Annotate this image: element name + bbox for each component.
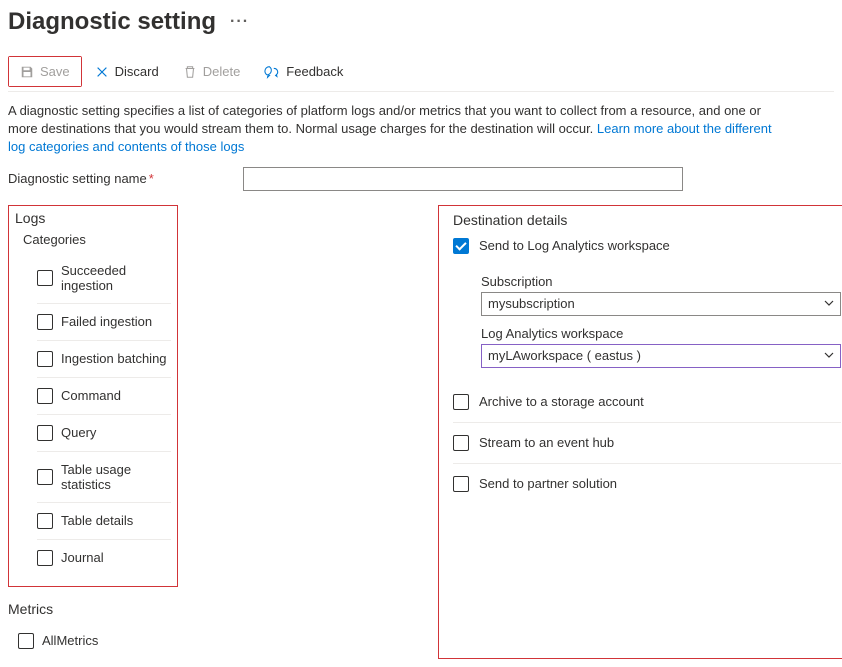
log-category-row[interactable]: Query [37,415,171,452]
log-category-label: Table details [61,513,133,528]
discard-label: Discard [115,64,159,79]
log-category-label: Succeeded ingestion [61,263,171,293]
chevron-down-icon [824,348,834,363]
destination-heading: Destination details [453,212,841,228]
log-category-row[interactable]: Succeeded ingestion [37,253,171,304]
metric-row[interactable]: AllMetrics [18,623,178,659]
log-category-row[interactable]: Journal [37,540,171,576]
dest-eventhub[interactable]: Stream to an event hub [453,423,841,464]
log-category-row[interactable]: Command [37,378,171,415]
toolbar: Save Discard Delete Feedback [8,52,834,92]
log-category-label: Ingestion batching [61,351,167,366]
workspace-value: myLAworkspace ( eastus ) [488,348,641,363]
log-category-label: Query [61,425,96,440]
categories-label: Categories [23,232,171,247]
checkbox[interactable] [37,270,53,286]
diagnostic-setting-name-input[interactable] [243,167,683,191]
dest-partner[interactable]: Send to partner solution [453,464,841,504]
log-analytics-config: Subscription mysubscription Log Analytic… [481,274,841,368]
name-field-row: Diagnostic setting name* [8,167,834,191]
delete-button[interactable]: Delete [172,57,252,86]
checkbox[interactable] [37,513,53,529]
dest-log-analytics[interactable]: Send to Log Analytics workspace [453,234,841,266]
checkbox-partner[interactable] [453,476,469,492]
checkbox[interactable] [37,388,53,404]
checkbox[interactable] [37,550,53,566]
metric-label: AllMetrics [42,633,98,648]
page-title: Diagnostic setting ··· [8,8,834,36]
dest-storage-label: Archive to a storage account [479,394,644,409]
log-category-label: Command [61,388,121,403]
checkbox[interactable] [37,351,53,367]
metrics-section: Metrics AllMetrics [8,601,178,659]
save-button[interactable]: Save [9,57,81,86]
logs-heading: Logs [15,210,171,226]
delete-label: Delete [203,64,241,79]
checkbox-storage[interactable] [453,394,469,410]
metrics-heading: Metrics [8,601,178,617]
delete-icon [183,65,197,79]
checkbox[interactable] [18,633,34,649]
dest-storage[interactable]: Archive to a storage account [453,382,841,423]
save-label: Save [40,64,70,79]
checkbox[interactable] [37,314,53,330]
log-category-label: Failed ingestion [61,314,152,329]
log-category-row[interactable]: Failed ingestion [37,304,171,341]
logs-panel: Logs Categories Succeeded ingestion Faile… [8,205,178,587]
checkbox-eventhub[interactable] [453,435,469,451]
description: A diagnostic setting specifies a list of… [8,102,788,157]
workspace-select[interactable]: myLAworkspace ( eastus ) [481,344,841,368]
dest-partner-label: Send to partner solution [479,476,617,491]
log-category-label: Table usage statistics [61,462,171,492]
close-icon [95,65,109,79]
feedback-label: Feedback [286,64,343,79]
log-category-row[interactable]: Ingestion batching [37,341,171,378]
destination-panel: Destination details Send to Log Analytic… [438,205,842,659]
discard-button[interactable]: Discard [84,57,170,86]
subscription-label: Subscription [481,274,841,289]
required-asterisk: * [149,171,154,186]
more-icon[interactable]: ··· [230,13,249,31]
subscription-value: mysubscription [488,296,575,311]
checkbox[interactable] [37,469,53,485]
log-category-label: Journal [61,550,104,565]
checkbox[interactable] [37,425,53,441]
dest-log-analytics-label: Send to Log Analytics workspace [479,238,670,253]
subscription-select[interactable]: mysubscription [481,292,841,316]
log-category-row[interactable]: Table details [37,503,171,540]
save-icon [20,65,34,79]
log-category-row[interactable]: Table usage statistics [37,452,171,503]
chevron-down-icon [824,296,834,311]
checkbox-log-analytics[interactable] [453,238,469,254]
dest-eventhub-label: Stream to an event hub [479,435,614,450]
workspace-label: Log Analytics workspace [481,326,841,341]
page-title-text: Diagnostic setting [8,8,216,36]
name-label: Diagnostic setting name* [8,171,243,186]
feedback-button[interactable]: Feedback [253,57,354,86]
feedback-icon [264,65,280,79]
